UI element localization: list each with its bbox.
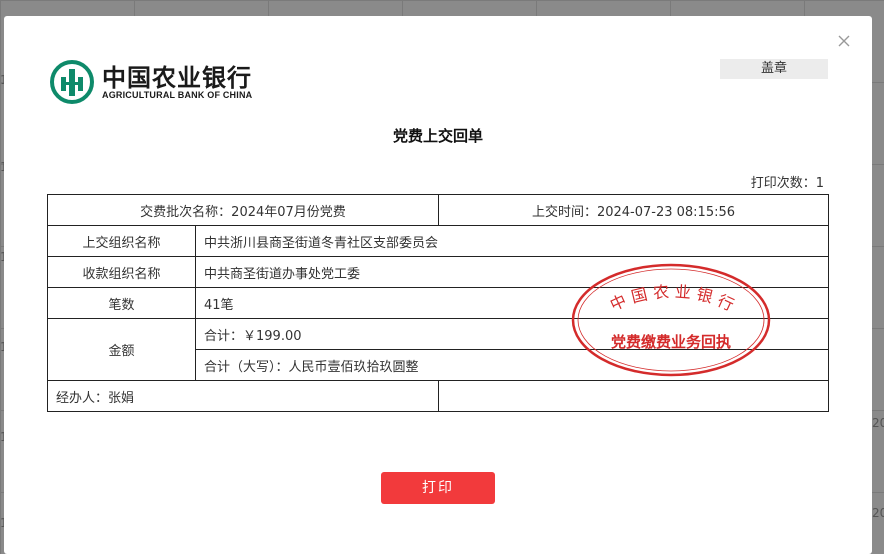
row-value: 中共浙川县商圣街道冬青社区支部委员会	[195, 225, 829, 257]
handler-extra-cell	[438, 380, 829, 412]
print-count-value: 1	[815, 176, 824, 191]
row-value: 中共商圣街道办事处党工委	[195, 256, 829, 288]
row-value: 41笔	[195, 287, 829, 319]
bank-name-en: AGRICULTURAL BANK OF CHINA	[102, 90, 253, 100]
amount-total-words: 合计（大写）：人民币壹佰玖拾玖圆整	[195, 349, 829, 381]
print-count-label: 打印次数：	[750, 176, 816, 191]
submit-time-cell: 上交时间：2024-07-23 08:15:56	[438, 194, 829, 226]
background-cell: 20	[872, 416, 884, 430]
stamp-button[interactable]: 盖章	[720, 59, 828, 79]
table-row: 笔数 41笔	[47, 287, 829, 319]
document-title: 党费上交回单	[392, 127, 483, 145]
bank-name-cn: 中国农业银行	[102, 64, 252, 92]
handler-cell: 经办人：张娟	[47, 380, 439, 412]
row-label: 收款组织名称	[47, 256, 196, 288]
print-count: 打印次数：1	[751, 172, 824, 191]
background-cell: 20	[872, 506, 884, 520]
bank-emblem-icon	[50, 60, 94, 104]
batch-name-cell: 交费批次名称：2024年07月份党费	[47, 194, 439, 226]
close-icon[interactable]	[836, 33, 852, 49]
receipt-modal: 中国农业银行 AGRICULTURAL BANK OF CHINA 盖章 党费上…	[4, 16, 872, 554]
amount-label: 金额	[47, 318, 196, 381]
table-row: 金额 合计：￥199.00	[47, 318, 829, 381]
print-button[interactable]: 打印	[381, 472, 495, 504]
table-row: 交费批次名称：2024年07月份党费 上交时间：2024-07-23 08:15…	[47, 194, 829, 226]
receipt-table: 交费批次名称：2024年07月份党费 上交时间：2024-07-23 08:15…	[47, 194, 829, 412]
table-row: 收款组织名称 中共商圣街道办事处党工委	[47, 256, 829, 288]
row-label: 上交组织名称	[47, 225, 196, 257]
table-row: 上交组织名称 中共浙川县商圣街道冬青社区支部委员会	[47, 225, 829, 257]
table-row: 经办人：张娟	[47, 380, 829, 412]
amount-total: 合计：￥199.00	[195, 318, 829, 350]
row-label: 笔数	[47, 287, 196, 319]
bank-logo: 中国农业银行 AGRICULTURAL BANK OF CHINA	[50, 58, 280, 108]
